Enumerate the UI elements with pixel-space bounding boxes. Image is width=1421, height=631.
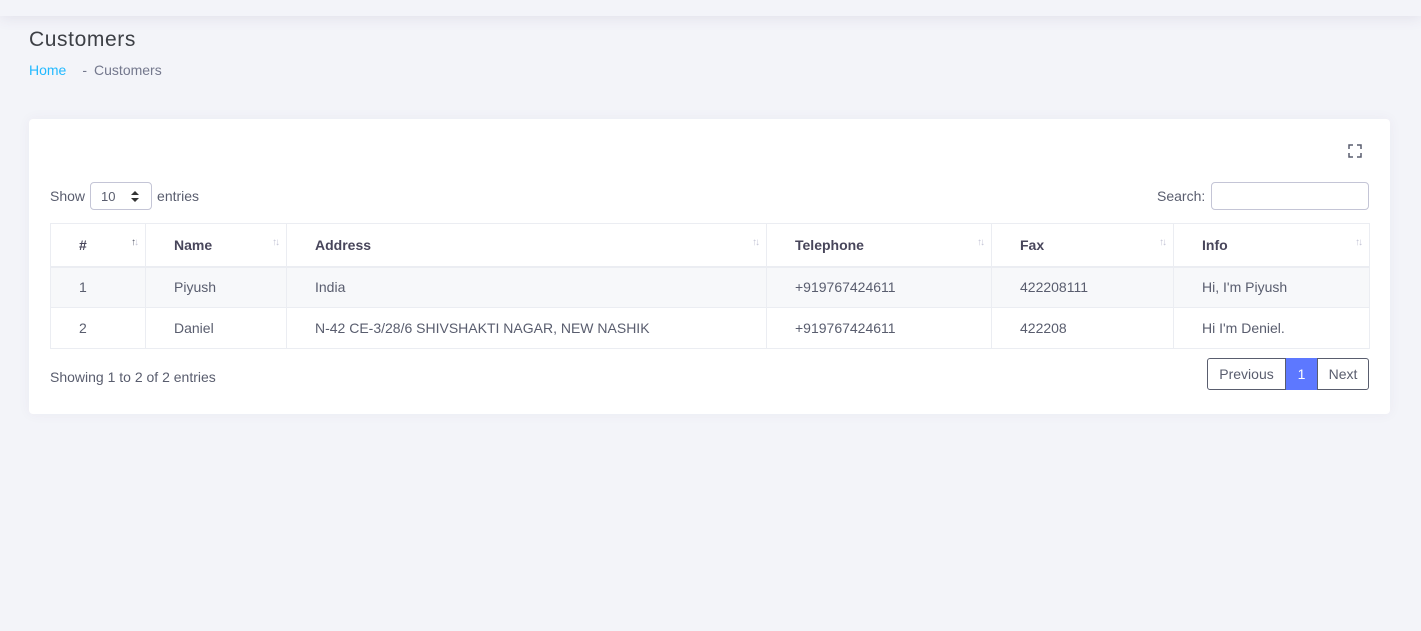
column-header-fax[interactable]: Fax ↑↓ [991,223,1174,268]
column-header-number[interactable]: # ↑↓ [50,223,146,268]
column-header-telephone[interactable]: Telephone ↑↓ [766,223,992,268]
search-filter: Search: [1157,182,1370,210]
cell-name: Daniel [145,307,287,349]
customers-card: Show 10 entries Search: # ↑↓ Name ↑↓ Add… [29,119,1390,414]
cell-number: 2 [50,307,146,349]
cell-fax: 422208111 [991,266,1174,308]
previous-button[interactable]: Previous [1207,358,1286,390]
cell-telephone: +919767424611 [766,266,992,308]
length-prefix-label: Show [50,188,86,204]
next-button[interactable]: Next [1317,358,1369,390]
expand-icon[interactable] [1348,144,1362,158]
select-arrows-icon [131,191,140,202]
sort-icon: ↑↓ [1159,237,1167,248]
cell-number: 1 [50,266,146,308]
breadcrumb-current: Customers [94,62,162,78]
cell-name: Piyush [145,266,287,308]
column-header-name[interactable]: Name ↑↓ [145,223,287,268]
table-info: Showing 1 to 2 of 2 entries [50,369,216,385]
page-1-button[interactable]: 1 [1286,358,1317,390]
sort-icon: ↑↓ [131,237,139,248]
sort-icon: ↑↓ [752,237,760,248]
customers-table: # ↑↓ Name ↑↓ Address ↑↓ Telephone ↑↓ Fax [50,223,1370,349]
page-title: Customers [29,28,136,51]
pagination: Previous 1 Next [1207,358,1369,390]
top-bar [0,0,1421,16]
sort-icon: ↑↓ [1355,237,1363,248]
cell-info: Hi I'm Deniel. [1173,307,1370,349]
sort-icon: ↑↓ [272,237,280,248]
breadcrumb-separator: - [82,62,88,78]
entries-select-value: 10 [101,188,116,204]
breadcrumb-home-link[interactable]: Home [29,62,66,78]
search-label: Search: [1157,188,1206,204]
table-row[interactable]: 1 Piyush India +919767424611 422208111 H… [50,266,1370,308]
table-row[interactable]: 2 Daniel N-42 CE-3/28/6 SHIVSHAKTI NAGAR… [50,307,1370,349]
sort-icon: ↑↓ [977,237,985,248]
length-suffix-label: entries [157,188,200,204]
breadcrumb: Home - Customers [29,62,162,78]
entries-length: Show 10 entries [50,182,199,210]
search-input[interactable] [1211,182,1370,210]
cell-info: Hi, I'm Piyush [1173,266,1370,308]
entries-select[interactable]: 10 [90,182,153,210]
cell-telephone: +919767424611 [766,307,992,349]
cell-address: N-42 CE-3/28/6 SHIVSHAKTI NAGAR, NEW NAS… [286,307,767,349]
column-header-address[interactable]: Address ↑↓ [286,223,767,268]
table-header-row: # ↑↓ Name ↑↓ Address ↑↓ Telephone ↑↓ Fax [50,223,1370,268]
cell-fax: 422208 [991,307,1174,349]
cell-address: India [286,266,767,308]
column-header-info[interactable]: Info ↑↓ [1173,223,1370,268]
